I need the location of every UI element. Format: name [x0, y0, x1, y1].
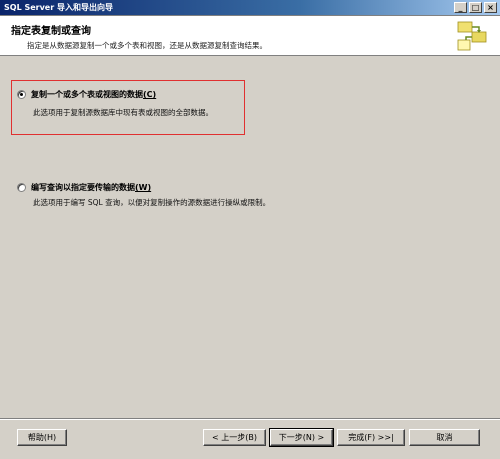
radio-write-query[interactable]	[17, 183, 26, 192]
page-title: 指定表复制或查询	[11, 26, 91, 37]
option-copy-tables[interactable]: 复制一个或多个表或视图的数据(C)	[17, 89, 156, 100]
window-title: SQL Server 导入和导出向导	[4, 3, 113, 12]
minimize-button[interactable]: _	[454, 2, 467, 13]
option-write-query[interactable]: 编写查询以指定要传输的数据(W)	[17, 182, 151, 193]
footer-divider	[0, 418, 500, 420]
wizard-header: 指定表复制或查询 指定是从数据源复制一个或多个表和视图，还是从数据源复制查询结果…	[0, 16, 500, 56]
wizard-icon	[457, 21, 487, 51]
option-copy-tables-description: 此选项用于复制源数据库中现有表或视图的全部数据。	[33, 108, 213, 117]
back-button[interactable]: < 上一步(B)	[203, 429, 266, 446]
maximize-button[interactable]: □	[469, 2, 482, 13]
title-bar: SQL Server 导入和导出向导 _ □ ×	[0, 0, 500, 16]
option-write-query-description: 此选项用于编写 SQL 查询，以便对复制操作的源数据进行操纵或限制。	[33, 198, 271, 207]
option-copy-tables-label: 复制一个或多个表或视图的数据	[31, 90, 143, 99]
page-description: 指定是从数据源复制一个或多个表和视图，还是从数据源复制查询结果。	[27, 41, 267, 50]
close-button[interactable]: ×	[484, 2, 497, 13]
finish-button[interactable]: 完成(F) >>|	[337, 429, 405, 446]
cancel-button[interactable]: 取消	[409, 429, 480, 446]
radio-selected-dot	[20, 93, 23, 96]
next-button[interactable]: 下一步(N) >	[269, 428, 334, 447]
option-write-query-accel: (W)	[135, 183, 152, 192]
option-copy-tables-accel: (C)	[143, 90, 157, 99]
help-button[interactable]: 帮助(H)	[17, 429, 67, 446]
radio-copy-tables[interactable]	[17, 90, 26, 99]
window-controls: _ □ ×	[454, 2, 497, 13]
option-write-query-label: 编写查询以指定要传输的数据	[31, 183, 135, 192]
